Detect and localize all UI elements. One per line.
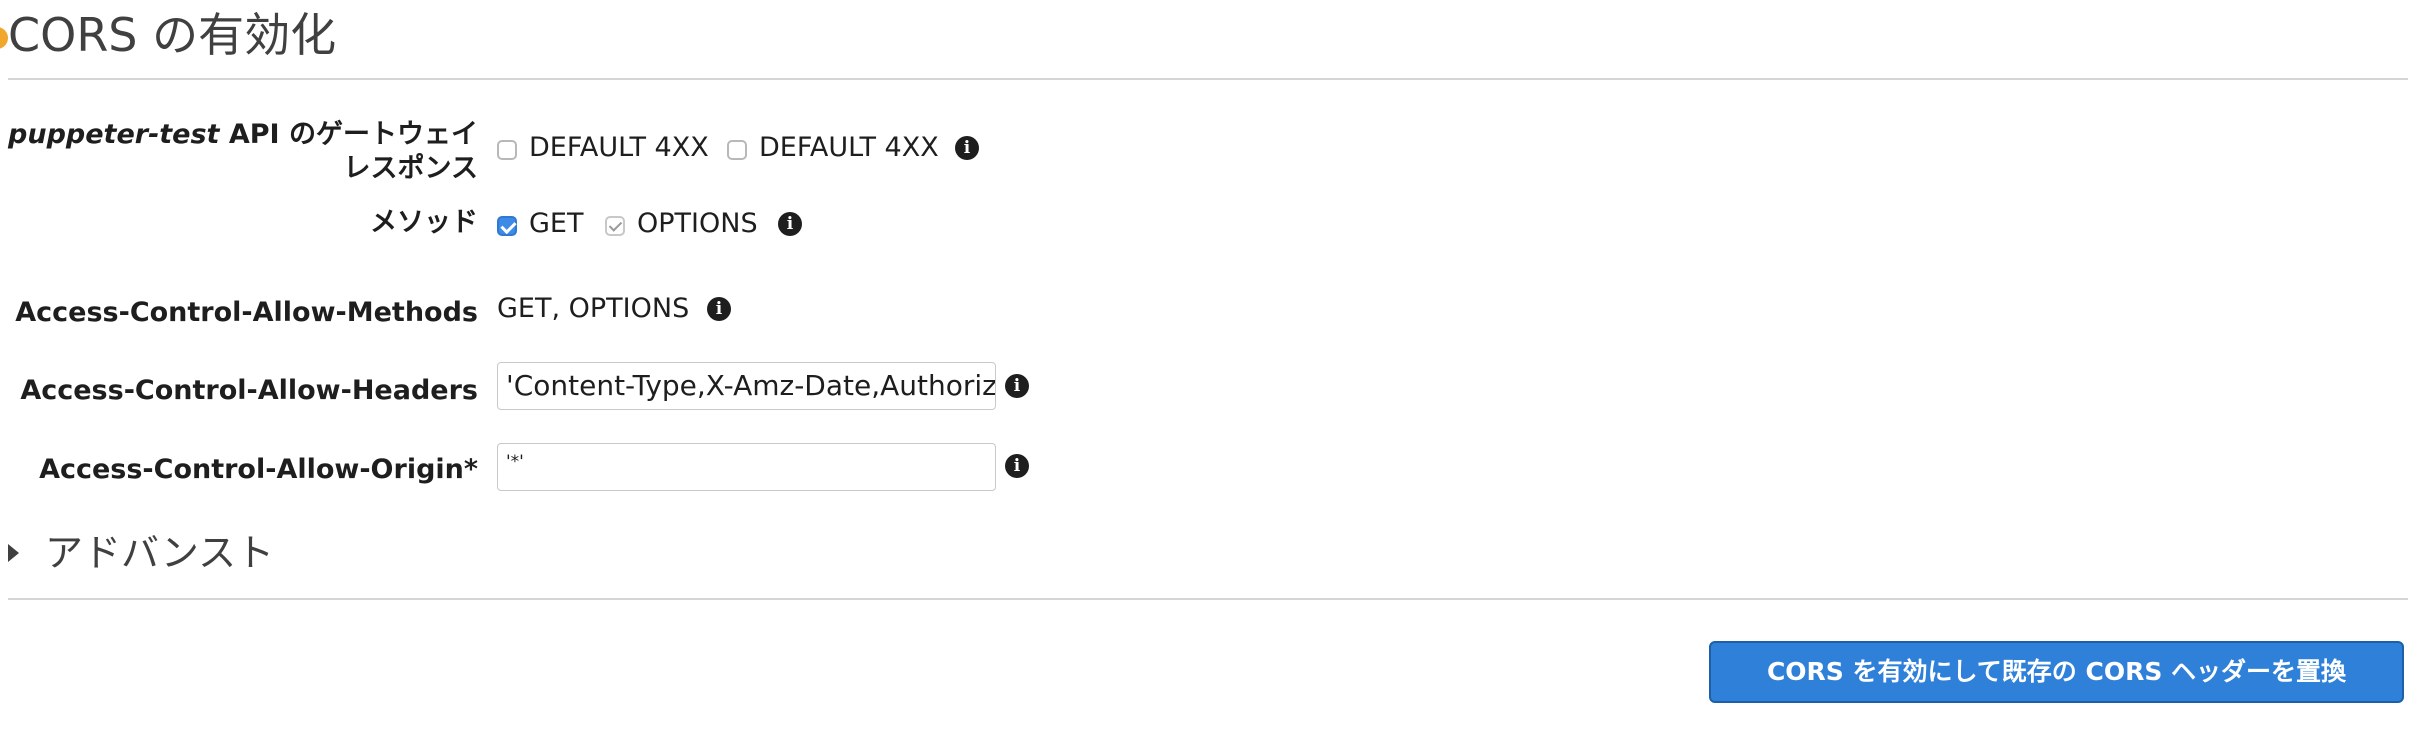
advanced-label: アドバンスト — [45, 531, 275, 575]
divider — [8, 598, 2408, 600]
page-title: CORS の有効化 — [8, 8, 337, 62]
gateway-responses-label-line2: レスポンス — [343, 153, 478, 184]
options-checkbox — [605, 216, 625, 236]
info-icon[interactable]: i — [707, 297, 731, 321]
get-checkbox[interactable] — [497, 216, 517, 236]
info-icon[interactable]: i — [1005, 454, 1029, 478]
gateway-responses-label-line1: API のゲートウェイ — [219, 119, 478, 150]
options-label: OPTIONS — [637, 208, 758, 239]
enable-cors-button[interactable]: CORS を有効にして既存の CORS ヘッダーを置換 — [1709, 641, 2404, 703]
advanced-toggle[interactable]: アドバンスト — [8, 530, 274, 576]
default-4xx-checkbox-1[interactable] — [497, 140, 517, 160]
api-name: puppeter-test — [8, 119, 220, 150]
default-4xx-label-1: DEFAULT 4XX — [529, 132, 709, 163]
accent-dot — [0, 27, 8, 49]
allow-headers-label: Access-Control-Allow-Headers — [20, 375, 478, 406]
info-icon[interactable]: i — [955, 136, 979, 160]
caret-right-icon — [8, 543, 19, 562]
allow-origin-input[interactable]: '*' — [497, 443, 996, 491]
allow-origin-label: Access-Control-Allow-Origin* — [39, 454, 478, 485]
gateway-responses-label: puppeter-test API のゲートウェイ レスポンス — [8, 118, 478, 186]
allow-headers-input[interactable]: 'Content-Type,X-Amz-Date,Authoriz — [497, 362, 996, 410]
allow-headers-value: 'Content-Type,X-Amz-Date,Authoriz — [506, 369, 996, 402]
get-label: GET — [529, 208, 584, 239]
methods-label: メソッド — [370, 207, 478, 238]
allow-methods-value: GET, OPTIONS — [497, 293, 690, 324]
allow-methods-label: Access-Control-Allow-Methods — [15, 297, 478, 328]
default-4xx-label-2: DEFAULT 4XX — [759, 132, 939, 163]
default-4xx-checkbox-2[interactable] — [727, 140, 747, 160]
info-icon[interactable]: i — [778, 212, 802, 236]
divider — [8, 78, 2408, 80]
info-icon[interactable]: i — [1005, 374, 1029, 398]
allow-origin-value: '*' — [506, 452, 524, 472]
